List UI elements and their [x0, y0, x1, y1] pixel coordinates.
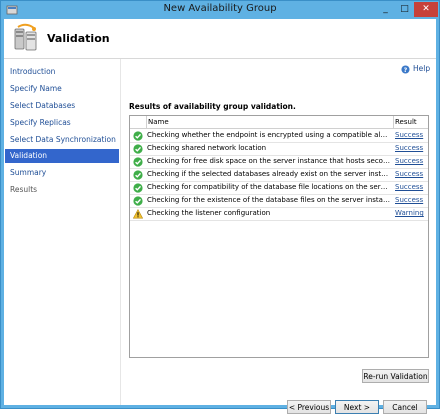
- help-icon: ?: [401, 64, 410, 74]
- sidebar-item-specify-name[interactable]: Specify Name: [5, 82, 119, 96]
- table-row[interactable]: Checking whether the endpoint is encrypt…: [130, 129, 428, 143]
- result-link[interactable]: Success: [395, 142, 428, 155]
- success-check-icon: [133, 144, 143, 154]
- close-button[interactable]: ✕: [414, 2, 438, 17]
- row-name: Checking the listener configuration: [147, 209, 271, 217]
- wizard-steps-sidebar: Introduction Specify Name Select Databas…: [4, 59, 121, 405]
- maximize-button[interactable]: □: [395, 2, 414, 17]
- help-link[interactable]: ? Help: [401, 63, 430, 75]
- row-name: Checking shared network location: [147, 144, 267, 152]
- row-name: Checking whether the endpoint is encrypt…: [147, 131, 391, 139]
- validation-results-grid: Name Result Checking whether the endpoin…: [129, 115, 429, 358]
- row-name: Checking if the selected databases alrea…: [147, 170, 391, 178]
- success-check-icon: [133, 170, 143, 180]
- row-name: Checking for the existence of the databa…: [147, 196, 391, 204]
- row-name: Checking for compatibility of the databa…: [147, 183, 391, 191]
- result-link[interactable]: Success: [395, 129, 428, 142]
- title-bar[interactable]: New Availability Group _ □ ✕: [1, 1, 439, 19]
- main-panel: ? Help Results of availability group val…: [121, 59, 436, 414]
- success-check-icon: [133, 183, 143, 193]
- window-title: New Availability Group: [163, 3, 277, 14]
- previous-button[interactable]: < Previous: [287, 400, 331, 414]
- success-check-icon: [133, 157, 143, 167]
- result-link[interactable]: Success: [395, 181, 428, 194]
- grid-header: Name Result: [130, 116, 428, 129]
- sidebar-item-summary[interactable]: Summary: [5, 166, 119, 180]
- result-link[interactable]: Success: [395, 155, 428, 168]
- dialog-window: New Availability Group _ □ ✕ Validation …: [0, 0, 440, 414]
- dialog-content: Validation Introduction Specify Name Sel…: [4, 19, 436, 414]
- cancel-button[interactable]: Cancel: [383, 400, 427, 414]
- column-header-result[interactable]: Result: [393, 116, 430, 128]
- rerun-validation-button[interactable]: Re-run Validation: [362, 369, 429, 383]
- table-row[interactable]: Checking the listener configuration Warn…: [130, 207, 428, 221]
- svg-text:?: ?: [404, 67, 408, 74]
- sidebar-item-results: Results: [10, 185, 38, 194]
- table-row[interactable]: Checking if the selected databases alrea…: [130, 168, 428, 182]
- table-row[interactable]: Checking for compatibility of the databa…: [130, 181, 428, 195]
- result-link[interactable]: Success: [395, 194, 428, 207]
- minimize-button[interactable]: _: [376, 2, 395, 17]
- table-row[interactable]: Checking for the existence of the databa…: [130, 194, 428, 208]
- sidebar-item-select-databases[interactable]: Select Databases: [5, 99, 119, 113]
- result-link[interactable]: Warning: [395, 207, 428, 220]
- success-check-icon: [133, 131, 143, 141]
- warning-icon: [133, 209, 143, 219]
- sidebar-item-introduction[interactable]: Introduction: [5, 65, 119, 79]
- page-title: Validation: [47, 32, 110, 45]
- results-heading: Results of availability group validation…: [129, 102, 296, 111]
- server-validation-icon: [14, 23, 37, 51]
- sidebar-item-validation[interactable]: Validation: [5, 149, 119, 163]
- row-name: Checking for free disk space on the serv…: [147, 157, 391, 165]
- sidebar-item-specify-replicas[interactable]: Specify Replicas: [5, 116, 119, 130]
- table-row[interactable]: Checking shared network location Success: [130, 142, 428, 156]
- column-header-name[interactable]: Name: [146, 116, 394, 128]
- result-link[interactable]: Success: [395, 168, 428, 181]
- sidebar-item-select-data-synchronization[interactable]: Select Data Synchronization: [5, 133, 119, 147]
- success-check-icon: [133, 196, 143, 206]
- next-button[interactable]: Next >: [335, 400, 379, 414]
- table-row[interactable]: Checking for free disk space on the serv…: [130, 155, 428, 169]
- help-label[interactable]: Help: [413, 64, 430, 73]
- page-header: Validation: [4, 19, 436, 59]
